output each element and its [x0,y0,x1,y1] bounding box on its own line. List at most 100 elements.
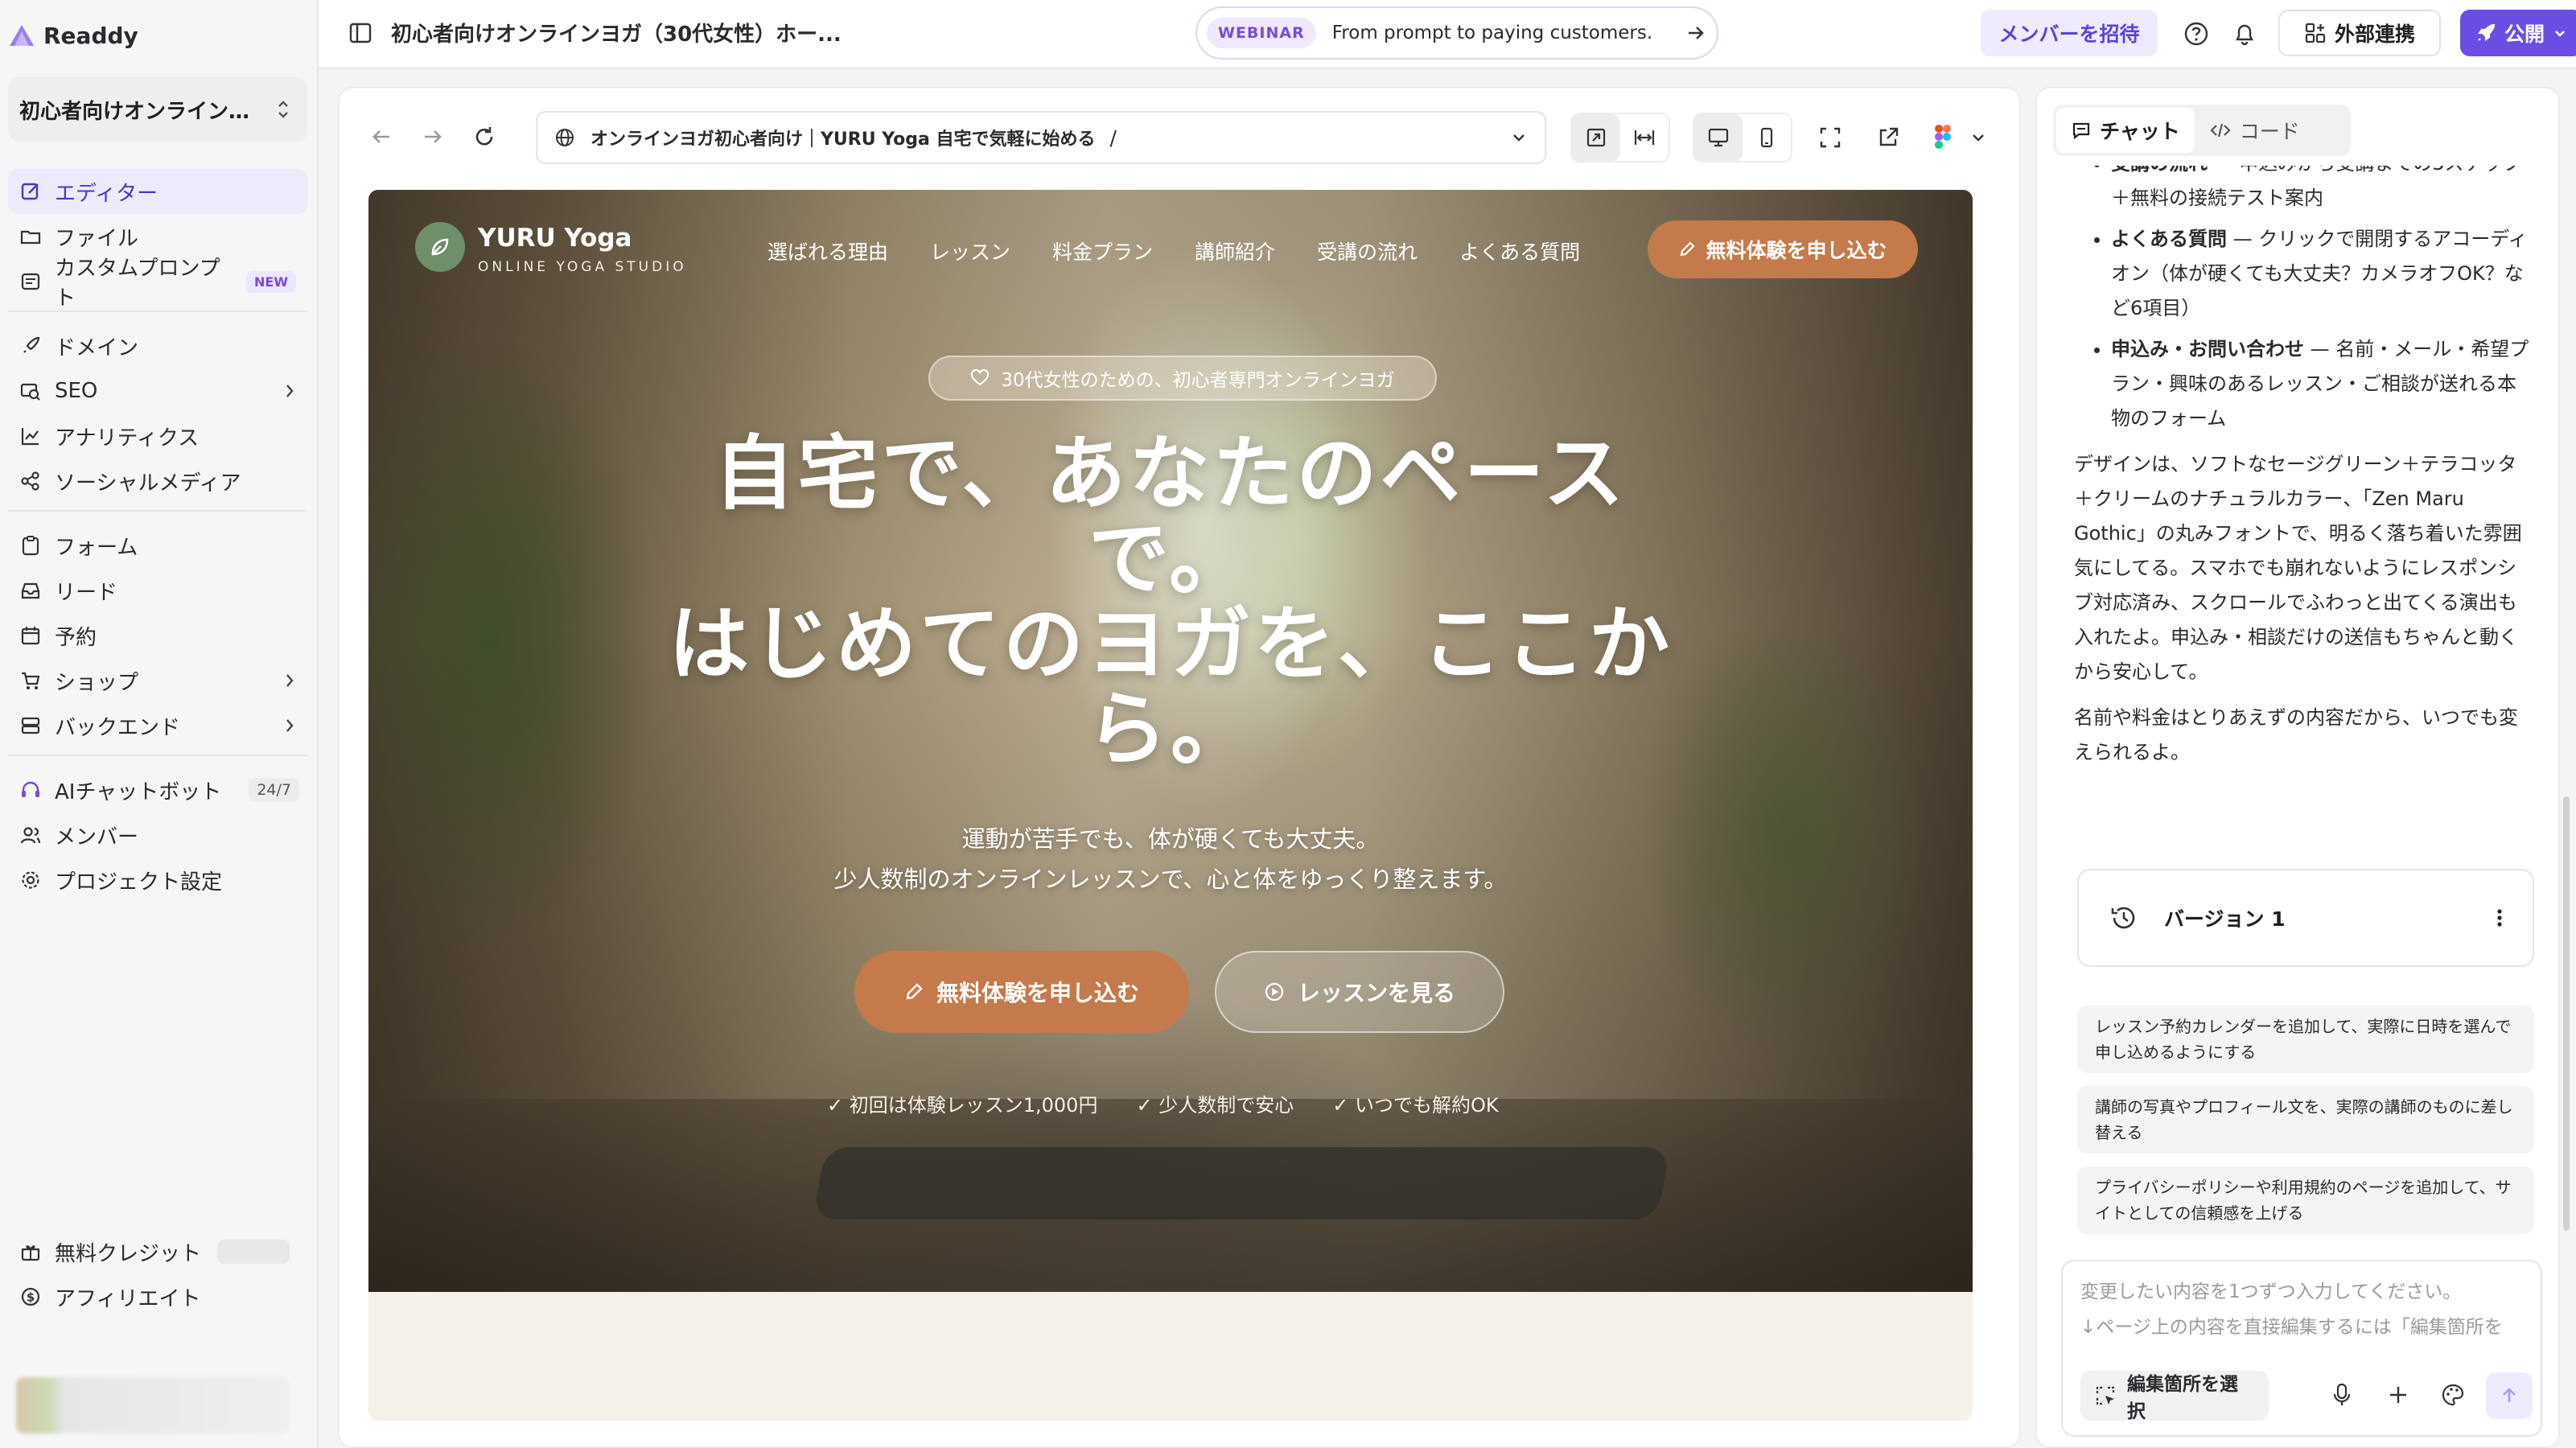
select-element-button[interactable]: 編集箇所を選択 [2080,1371,2269,1422]
mobile-view-button[interactable] [1743,114,1791,161]
sidebar-item-forms[interactable]: フォーム [8,523,307,568]
chat-input[interactable]: 変更したい内容を1つずつ入力してください。 ↓ページ上の内容を直接編集するには「… [2061,1260,2542,1437]
sidebar-item-custom-prompt[interactable]: カスタムプロンプト NEW [8,257,307,311]
publish-button[interactable]: 公開 [2460,10,2576,56]
sidebar-item-project-settings[interactable]: プロジェクト設定 [8,858,307,903]
share-icon [19,470,42,492]
chevron-right-icon [283,717,296,734]
cart-icon [19,669,42,692]
sidebar-item-affiliate[interactable]: $ アフィリエイト [8,1274,307,1319]
bell-icon[interactable] [2230,19,2259,48]
open-external-icon[interactable] [1876,125,1900,150]
sidebar-item-ai-chatbot[interactable]: AIチャットボット 24/7 [8,767,307,812]
sidebar-bottom: 無料クレジット $ アフィリエイト [8,1229,307,1319]
fit-button[interactable] [1572,114,1620,161]
more-vertical-icon[interactable] [2496,907,2504,929]
sidebar-item-backend[interactable]: バックエンド [8,703,307,748]
site-nav-lessons[interactable]: レッスン [930,237,1010,265]
edit-icon [19,180,42,203]
clipboard-icon [19,534,42,557]
version-card[interactable]: バージョン 1 [2077,869,2534,967]
sidebar-item-free-credit[interactable]: 無料クレジット [8,1229,307,1274]
send-button[interactable] [2486,1372,2533,1419]
benefit-item: 初回は体験レッスン1,000円 [827,1089,1098,1117]
fullscreen-icon[interactable] [1818,125,1842,150]
invite-members-button[interactable]: メンバーを招待 [1981,10,2158,56]
help-icon[interactable] [2182,19,2211,48]
tab-code[interactable]: コード [2195,108,2315,153]
site-nav-faq[interactable]: よくある質問 [1459,237,1580,265]
forward-icon[interactable] [420,124,446,150]
brand[interactable]: Readdy [8,19,138,51]
svg-text:$: $ [27,1290,35,1305]
page-title: 初心者向けオンラインヨガ（30代女性）ホー... [391,23,842,47]
figma-icon[interactable] [1932,124,1953,151]
chevron-down-icon [1509,128,1529,147]
site-nav-reasons[interactable]: 選ばれる理由 [767,237,888,265]
sidebar-item-booking[interactable]: 予約 [8,613,307,658]
history-icon [2108,902,2140,934]
hero-lessons-button[interactable]: レッスンを見る [1215,951,1504,1033]
site-nav-instructors[interactable]: 講師紹介 [1195,237,1275,265]
back-icon[interactable] [368,124,394,150]
reload-icon[interactable] [471,124,497,150]
chat-messages: 受講の流れ — 申込みから受講までの3ステップ＋無料の接続テスト案内 よくある質… [2037,166,2558,1324]
publish-label: 公開 [2504,23,2545,46]
expand-diagonal-icon [1584,125,1608,150]
chevron-updown-icon [275,99,291,120]
rocket-icon [2475,23,2496,43]
hero-subtitle: 運動が苦手でも、体が硬くても大丈夫。 少人数制のオンラインレッスンで、心と体をゆ… [610,819,1731,899]
suggestion-chip[interactable]: レッスン予約カレンダーを追加して、実際に日時を選んで申し込めるようにする [2077,1006,2534,1073]
sidebar-item-label: ファイル [55,226,139,251]
device-tools [1693,113,1792,162]
hero-tagline-text: 30代女性のための、初心者専門オンラインヨガ [1001,370,1395,391]
sidebar-toggle-icon[interactable] [348,20,373,46]
chevron-down-icon[interactable] [1969,129,1987,146]
hero-title-line: 自宅で、あなたのペース [714,426,1627,520]
desktop-view-button[interactable] [1694,114,1743,161]
site-logo-name[interactable]: YURU Yoga [478,224,632,253]
hero-trial-button[interactable]: 無料体験を申し込む [854,951,1189,1033]
integrations-label: 外部連携 [2334,23,2415,46]
plus-icon[interactable] [2386,1382,2410,1408]
microphone-icon[interactable] [2330,1382,2354,1408]
sidebar-item-editor[interactable]: エディター [8,169,307,214]
grid-plus-icon [2304,22,2327,44]
sidebar-item-seo[interactable]: SEO [8,368,307,413]
palette-icon[interactable] [2441,1382,2465,1408]
url-bar[interactable]: オンラインヨガ初心者向け｜YURU Yoga 自宅で気軽に始める / [536,111,1546,164]
placeholder-line: ↓ページ上の内容を直接編集するには「編集箇所を [2080,1317,2503,1338]
sidebar-item-shop[interactable]: ショップ [8,658,307,703]
site-header-cta-button[interactable]: 無料体験を申し込む [1648,220,1918,278]
sidebar-item-label: バックエンド [55,715,181,740]
divider [8,755,307,756]
sidebar-item-leads[interactable]: リード [8,568,307,613]
integrations-button[interactable]: 外部連携 [2278,10,2441,56]
user-account[interactable] [16,1377,290,1434]
chat-tabs: チャット コード [2053,105,2351,156]
hero-section: YURU Yoga ONLINE YOGA STUDIO 選ばれる理由 レッスン… [368,190,1973,1292]
sidebar-item-domain[interactable]: ドメイン [8,323,307,368]
sidebar-nav: エディター ファイル カスタムプロンプト NEW ドメイン SEO アナリティク… [8,169,307,903]
sidebar-item-analytics[interactable]: アナリティクス [8,413,307,459]
sidebar-item-members[interactable]: メンバー [8,812,307,858]
project-selector[interactable]: 初心者向けオンラインヨ... [8,77,307,142]
sidebar-item-label: カスタムプロンプト [55,257,220,311]
leaf-logo-icon[interactable] [415,222,465,272]
webinar-banner[interactable]: WEBINAR From prompt to paying customers. [1195,6,1718,60]
tab-chat[interactable]: チャット [2056,108,2195,153]
suggestion-chip[interactable]: プライバシーポリシーや利用規約のページを追加して、サイトとしての信頼感を上げる [2077,1166,2534,1234]
chat-scrollbar[interactable] [2563,796,2570,1231]
site-nav-pricing[interactable]: 料金プラン [1052,237,1153,265]
sidebar-item-social[interactable]: ソーシャルメディア [8,459,307,504]
site-nav-flow[interactable]: 受講の流れ [1317,237,1418,265]
width-button[interactable] [1620,114,1669,161]
tab-code-label: コード [2239,120,2300,143]
sidebar-item-label: アナリティクス [55,426,200,450]
sidebar-item-label: SEO [55,379,98,403]
bullet-heading: 受講の流れ [2111,166,2208,175]
sidebar-item-label: メンバー [55,825,139,849]
webinar-text: From prompt to paying customers. [1331,23,1653,43]
suggestion-chip[interactable]: 講師の写真やプロフィール文を、実際の講師のものに差し替える [2077,1086,2534,1154]
divider [8,510,307,512]
